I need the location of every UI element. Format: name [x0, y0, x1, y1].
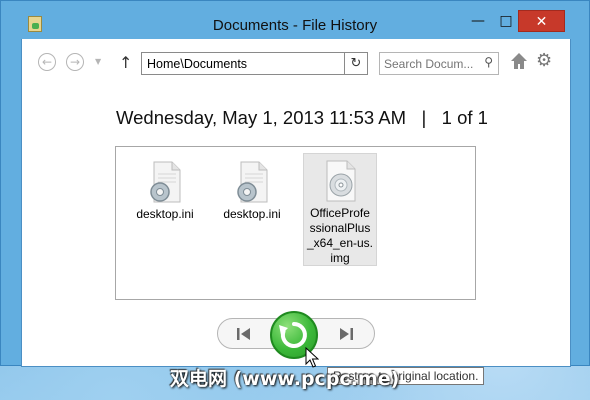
file-name-line: _x64_en-us.	[306, 236, 374, 250]
snapshot-separator: |	[421, 107, 427, 128]
up-arrow-icon: ↑	[119, 53, 133, 72]
snapshot-position: 1 of 1	[441, 107, 488, 128]
recent-locations-dropdown[interactable]: ▼	[95, 57, 101, 66]
title-bar[interactable]: Documents - File History — □ ✕	[1, 1, 589, 35]
site-watermark: 双电网 (www.pcpc.me)	[170, 368, 400, 390]
file-name: desktop.ini	[223, 207, 281, 221]
home-button[interactable]	[510, 51, 528, 71]
search-box[interactable]: ⚲	[379, 52, 499, 75]
snapshot-info: Wednesday, May 1, 2013 11:53 AM | 1 of 1	[116, 107, 488, 129]
home-icon	[511, 53, 527, 69]
disc-image-icon	[321, 159, 359, 203]
next-version-button[interactable]	[336, 326, 356, 342]
file-item-selected[interactable]: OfficeProfe ssionalPlus _x64_en-us. img	[303, 153, 377, 266]
search-icon[interactable]: ⚲	[484, 55, 493, 69]
chevron-down-icon: ▼	[95, 57, 102, 66]
next-version-icon	[340, 328, 353, 340]
file-name-line: img	[330, 251, 350, 265]
file-item[interactable]: desktop.ini	[219, 160, 285, 222]
snapshot-date: Wednesday, May 1, 2013 11:53 AM	[116, 107, 407, 128]
file-item[interactable]: desktop.ini	[132, 160, 198, 222]
maximize-button[interactable]: □	[493, 10, 519, 32]
back-arrow-icon: ←	[41, 55, 53, 69]
refresh-button[interactable]: ↻	[344, 52, 368, 75]
address-bar[interactable]: Home\Documents ⌄	[141, 52, 367, 75]
minimize-button[interactable]: —	[465, 10, 491, 32]
address-text: Home\Documents	[147, 57, 248, 71]
forward-arrow-icon: →	[69, 55, 81, 69]
close-button[interactable]: ✕	[518, 10, 565, 32]
file-name-line: OfficeProfe	[310, 206, 370, 220]
previous-version-button[interactable]	[234, 326, 254, 342]
search-input[interactable]	[384, 55, 476, 72]
settings-file-icon	[233, 160, 271, 204]
gear-icon: ⚙	[536, 50, 553, 71]
file-history-content: ← → ▼ ↑ Home\Documents ⌄ ↻ ⚲ ⚙	[21, 39, 571, 385]
file-list-pane[interactable]: desktop.ini desktop.ini OfficeProfe ssio…	[115, 146, 476, 300]
forward-button[interactable]: →	[66, 53, 84, 71]
back-button[interactable]: ←	[38, 53, 56, 71]
file-name-line: ssionalPlus	[309, 221, 371, 235]
settings-button[interactable]: ⚙	[536, 51, 556, 71]
settings-file-icon	[146, 160, 184, 204]
file-history-window: Documents - File History — □ ✕ ← → ▼ ↑ H…	[0, 0, 590, 385]
refresh-icon: ↻	[350, 56, 362, 71]
file-name: desktop.ini	[136, 207, 194, 221]
previous-version-icon	[237, 328, 250, 340]
up-button[interactable]: ↑	[119, 53, 132, 72]
